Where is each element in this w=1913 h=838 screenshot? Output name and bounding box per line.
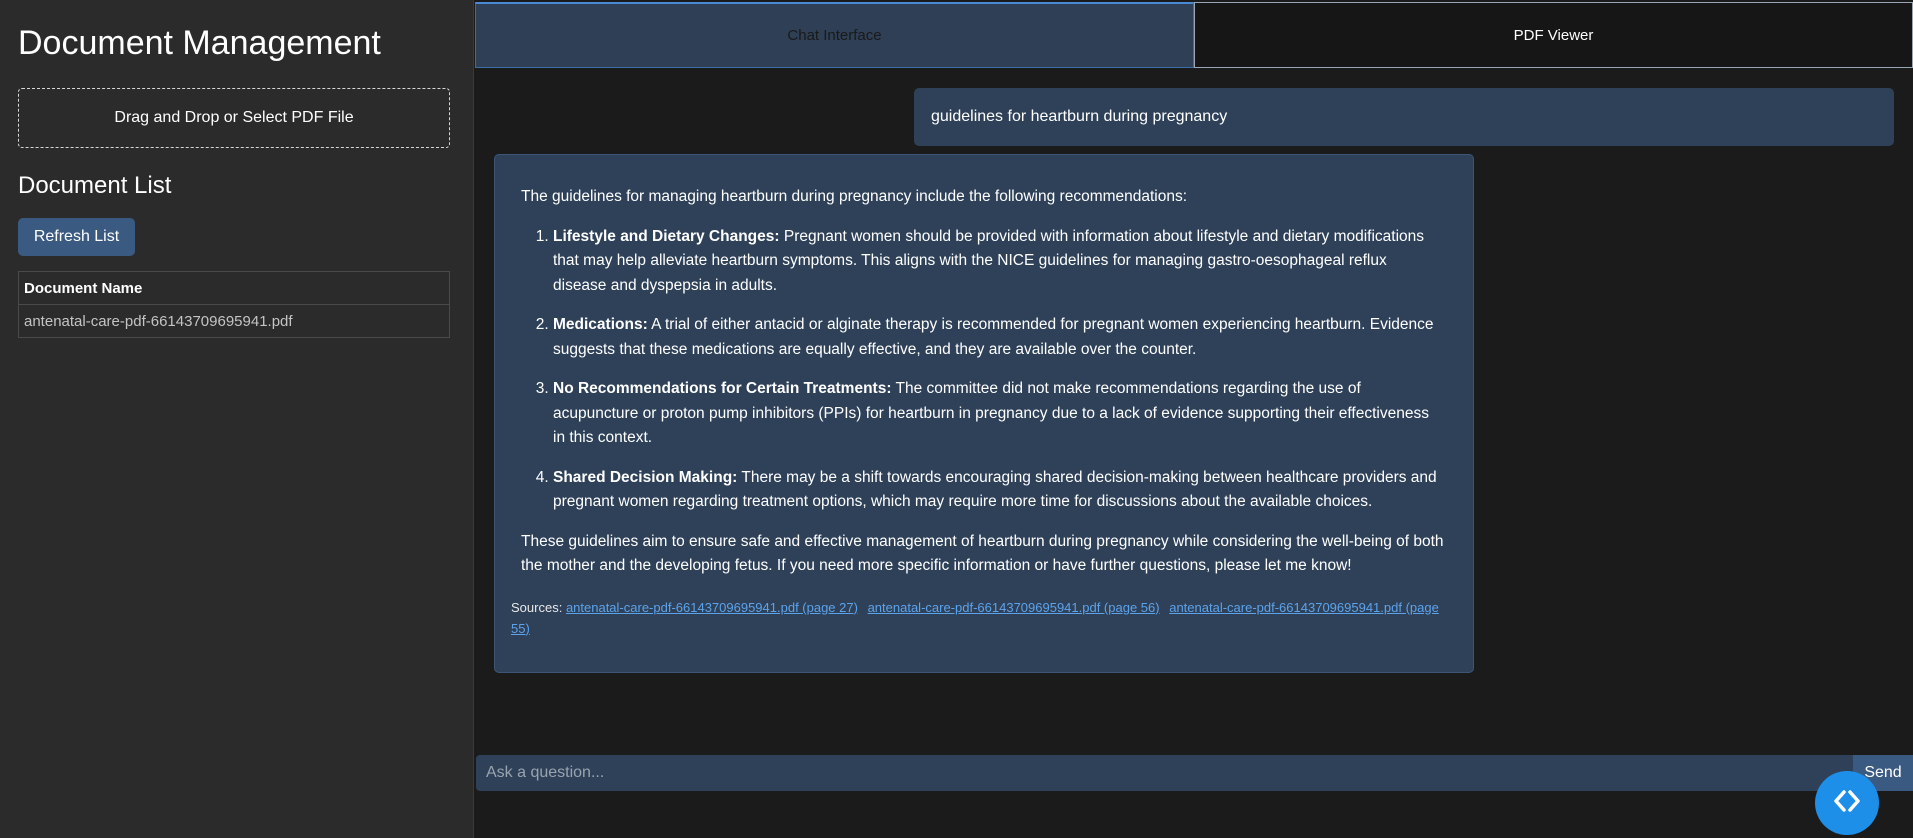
list-item: No Recommendations for Certain Treatment…: [553, 377, 1447, 451]
question-input[interactable]: [476, 755, 1853, 791]
assistant-message: The guidelines for managing heartburn du…: [494, 154, 1474, 673]
source-link[interactable]: antenatal-care-pdf-66143709695941.pdf (p…: [566, 600, 858, 615]
document-name-header: Document Name: [18, 271, 450, 305]
refresh-list-button[interactable]: Refresh List: [18, 218, 135, 256]
table-row[interactable]: antenatal-care-pdf-66143709695941.pdf: [18, 304, 450, 338]
item-text: A trial of either antacid or alginate th…: [553, 316, 1434, 358]
sources-label: Sources:: [511, 599, 563, 615]
sources: Sources: antenatal-care-pdf-661437096959…: [511, 597, 1447, 639]
pdf-dropzone[interactable]: Drag and Drop or Select PDF File: [18, 88, 450, 148]
list-item: Shared Decision Making: There may be a s…: [553, 466, 1447, 515]
assistant-intro: The guidelines for managing heartburn du…: [521, 188, 1188, 205]
list-item: Medications: A trial of either antacid o…: [553, 313, 1447, 362]
item-title: No Recommendations for Certain Treatment…: [553, 380, 892, 397]
assistant-outro: These guidelines aim to ensure safe and …: [521, 532, 1444, 575]
item-title: Medications:: [553, 316, 648, 333]
source-link[interactable]: antenatal-care-pdf-66143709695941.pdf (p…: [868, 600, 1160, 615]
sidebar: Document Management Drag and Drop or Sel…: [0, 0, 474, 838]
code-toggle-button[interactable]: [1815, 771, 1879, 835]
user-message: guidelines for heartburn during pregnanc…: [914, 88, 1894, 146]
user-message-text: guidelines for heartburn during pregnanc…: [931, 108, 1228, 125]
item-title: Lifestyle and Dietary Changes:: [553, 227, 780, 245]
sidebar-title: Document Management: [18, 24, 381, 62]
document-name-cell[interactable]: antenatal-care-pdf-66143709695941.pdf: [18, 304, 450, 338]
tab-chat-interface[interactable]: Chat Interface: [475, 2, 1194, 68]
item-title: Shared Decision Making:: [553, 468, 738, 486]
document-table: Document Name antenatal-care-pdf-6614370…: [18, 271, 450, 338]
tab-pdf-viewer[interactable]: PDF Viewer: [1194, 2, 1913, 68]
list-item: Lifestyle and Dietary Changes: Pregnant …: [553, 225, 1447, 299]
code-brackets-icon: [1830, 784, 1864, 823]
dropzone-label: Drag and Drop or Select PDF File: [114, 109, 354, 126]
recommendation-list: Lifestyle and Dietary Changes: Pregnant …: [521, 225, 1447, 515]
document-list-title: Document List: [18, 172, 172, 199]
